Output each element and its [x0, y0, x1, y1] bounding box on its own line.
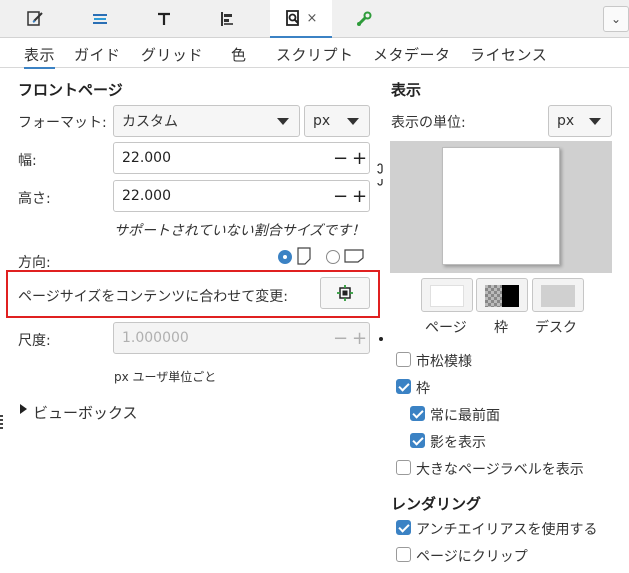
dock-tab-document-properties[interactable]: × [270, 0, 332, 38]
fit-page-label: ページサイズをコンテンツに合わせて変更: [18, 289, 289, 305]
tab-color[interactable]: 色 [231, 44, 247, 65]
tab-guides[interactable]: ガイド [74, 44, 121, 65]
tab-metadata[interactable]: メタデータ [373, 44, 451, 65]
preferences-wrench-icon [357, 11, 372, 26]
dock-tab-layers[interactable] [68, 0, 132, 38]
dropdown-arrow-icon [589, 118, 601, 125]
dock-overflow-button[interactable]: ⌄ [603, 6, 629, 32]
document-properties-icon [285, 10, 299, 26]
clip-to-page-label: ページにクリップ [416, 549, 528, 565]
border-label: 枠 [416, 381, 430, 397]
desk-swatch-label: デスク [535, 320, 577, 336]
close-tab-icon[interactable]: × [307, 11, 318, 26]
dock-tab-preferences[interactable] [332, 0, 396, 38]
dock-tab-bar: × ⌄ [0, 0, 629, 38]
format-label: フォーマット: [18, 115, 107, 131]
display-unit-value: px [557, 113, 575, 129]
page-preview [390, 141, 612, 273]
dropdown-arrow-icon [277, 118, 289, 125]
width-value: 22.000 [122, 150, 171, 166]
expander-arrow-icon[interactable] [20, 404, 27, 414]
antialias-label: アンチエイリアスを使用する [416, 522, 598, 538]
page-color-swatch [430, 285, 464, 307]
chain-link-icon[interactable] [374, 163, 386, 191]
antialias-checkbox[interactable] [396, 520, 411, 535]
height-decrement-button[interactable]: − [331, 181, 350, 211]
display-unit-select[interactable]: px [548, 105, 612, 137]
portrait-page-icon [297, 247, 311, 265]
page-unit-select[interactable]: px [304, 105, 370, 137]
front-page-heading: フロントページ [18, 81, 123, 99]
border-color-swatch [485, 285, 519, 307]
desk-color-swatch [541, 285, 575, 307]
align-distribute-icon [221, 12, 233, 26]
scale-decrement-button[interactable]: − [331, 323, 350, 353]
border-on-top-checkbox[interactable] [410, 406, 425, 421]
landscape-radio[interactable] [326, 250, 340, 264]
show-shadow-label: 影を表示 [430, 435, 486, 451]
dock-tab-text[interactable] [132, 0, 196, 38]
width-increment-button[interactable]: + [350, 143, 369, 173]
page-color-button[interactable] [421, 278, 473, 312]
scale-hint: px ユーザ単位ごと [114, 370, 217, 384]
border-color-button[interactable] [476, 278, 528, 312]
height-spinbutton[interactable]: 22.000 − + [113, 180, 370, 212]
checkerboard-checkbox[interactable] [396, 352, 411, 367]
format-value: カスタム [122, 114, 178, 130]
pane-resize-handle[interactable] [0, 415, 3, 429]
clip-to-page-checkbox[interactable] [396, 547, 411, 562]
tab-license[interactable]: ライセンス [470, 44, 547, 65]
width-spinbutton[interactable]: 22.000 − + [113, 142, 370, 174]
large-page-label-checkbox[interactable] [396, 460, 411, 475]
fit-page-to-content-button[interactable] [320, 277, 370, 309]
display-unit-label: 表示の単位: [391, 115, 466, 131]
chevron-down-icon: ⌄ [610, 12, 622, 26]
orientation-label: 方向: [18, 255, 51, 271]
scale-increment-button[interactable]: + [350, 323, 369, 353]
format-select[interactable]: カスタム [113, 105, 300, 137]
dock-tab-align[interactable] [196, 0, 260, 38]
scale-label: 尺度: [18, 333, 51, 349]
text-font-icon [158, 12, 170, 25]
large-page-label-text: 大きなページラベルを表示 [416, 462, 584, 478]
tab-scripting[interactable]: スクリプト [276, 44, 354, 65]
fill-stroke-icon [27, 11, 43, 26]
display-heading: 表示 [391, 81, 422, 99]
desk-color-button[interactable] [532, 278, 584, 312]
tab-grids[interactable]: グリッド [141, 44, 203, 65]
page-swatch-label: ページ [425, 320, 467, 336]
layers-icon [93, 14, 107, 24]
page-unit-value: px [313, 113, 331, 129]
page-preview-sheet [442, 147, 560, 265]
rendering-heading: レンダリング [391, 495, 482, 513]
height-value: 22.000 [122, 188, 171, 204]
resize-to-content-icon [337, 285, 353, 301]
border-swatch-label: 枠 [494, 320, 508, 336]
show-shadow-checkbox[interactable] [410, 433, 425, 448]
dropdown-arrow-icon [347, 118, 359, 125]
portrait-radio[interactable] [278, 250, 292, 264]
scale-spinbutton[interactable]: 1.000000 − + [113, 322, 370, 354]
tab-display[interactable]: 表示 [24, 44, 56, 69]
width-label: 幅: [18, 153, 37, 169]
width-decrement-button[interactable]: − [331, 143, 350, 173]
height-label: 高さ: [18, 191, 51, 207]
checkerboard-label: 市松模様 [416, 354, 472, 370]
border-checkbox[interactable] [396, 379, 411, 394]
landscape-page-icon [344, 249, 364, 263]
dot-marker [379, 337, 383, 341]
height-increment-button[interactable]: + [350, 181, 369, 211]
dock-tab-fill-stroke[interactable] [4, 0, 68, 38]
document-properties-tabs: 表示 ガイド グリッド 色 スクリプト メタデータ ライセンス [0, 38, 629, 69]
scale-value: 1.000000 [122, 330, 189, 346]
viewbox-expander[interactable]: ビューボックス [33, 402, 138, 423]
border-on-top-label: 常に最前面 [430, 408, 500, 424]
unsupported-ratio-warning: サポートされていない割合サイズです！ [114, 223, 366, 239]
